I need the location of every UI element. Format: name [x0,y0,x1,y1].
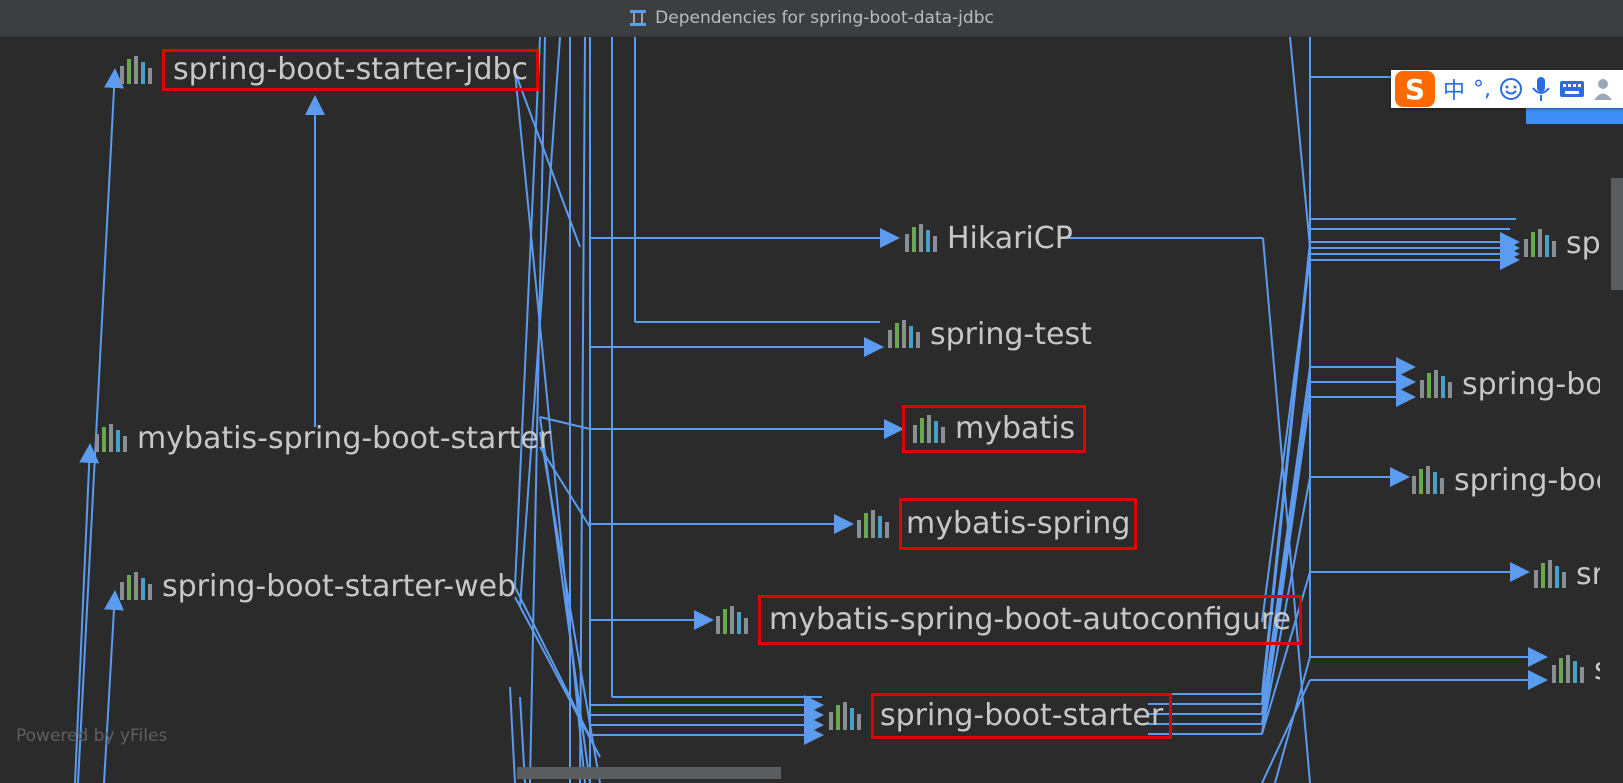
keyboard-icon[interactable] [1559,79,1585,99]
node-hikaricp[interactable]: HikariCP [905,216,1073,260]
window-title-bar: Dependencies for spring-boot-data-jdbc [0,0,1623,37]
node-mybatis-spring[interactable]: mybatis-spring [857,498,1138,550]
vertical-scrollbar[interactable] [1611,178,1623,290]
node-spring-boot-starter-jdbc[interactable]: spring-boot-starter-jdbc [120,48,540,92]
maven-module-icon [1420,370,1452,398]
window-title: Dependencies for spring-boot-data-jdbc [655,8,994,28]
node-highlight-box: mybatis [902,405,1087,453]
maven-module-icon [1534,560,1566,588]
node-label: s [1594,652,1600,687]
sogou-logo-icon[interactable]: S [1395,71,1435,107]
powered-by-label: Powered by yFiles [16,726,168,746]
node-label: mybatis [955,411,1076,446]
dependency-edges [74,37,1548,783]
diagram-icon [630,10,647,26]
node-right-4[interactable]: sr [1534,552,1600,596]
maven-module-icon [120,56,152,84]
dependency-diagram-canvas[interactable]: spring-boot-starter-jdbc mybatis-spring-… [0,37,1623,783]
node-label: HikariCP [947,220,1073,256]
node-label: sr [1576,556,1600,592]
maven-module-icon [829,702,861,730]
node-right-1[interactable]: sp [1524,221,1604,265]
microphone-icon[interactable] [1531,76,1551,102]
node-mybatis[interactable]: mybatis [902,405,1087,453]
emoji-icon[interactable] [1499,77,1523,101]
maven-module-icon [905,224,937,252]
maven-module-icon [716,606,748,634]
node-label: spring-boo [1454,462,1600,498]
node-label: spring-boot-starter-jdbc [162,49,540,91]
node-label: spring-test [930,316,1092,352]
node-label: spring-boot-starter [871,693,1173,739]
node-spring-test[interactable]: spring-test [888,312,1092,356]
maven-module-icon [888,320,920,348]
node-mybatis-spring-boot-starter[interactable]: mybatis-spring-boot-starter [95,416,551,460]
node-label: mybatis-spring [899,498,1138,550]
horizontal-scrollbar[interactable] [517,767,781,779]
user-icon[interactable] [1593,77,1613,101]
ime-toolbar[interactable]: S 中 °, [1391,70,1623,108]
maven-module-icon [1552,655,1584,683]
maven-module-icon [1524,229,1556,257]
node-label: mybatis-spring-boot-autoconfigure [758,595,1302,645]
node-spring-boot-starter[interactable]: spring-boot-starter [829,693,1173,739]
node-right-5[interactable]: s [1552,647,1600,691]
node-label: spring-boot-starter-web [162,568,517,604]
node-spring-boot-starter-web[interactable]: spring-boot-starter-web [120,564,516,608]
maven-module-icon [857,510,889,538]
node-right-2[interactable]: spring-boo [1420,362,1600,406]
ime-punctuation-toggle[interactable]: °, [1473,77,1491,102]
ime-language-toggle[interactable]: 中 [1443,73,1465,105]
node-label: sp [1566,225,1601,261]
node-label: mybatis-spring-boot-starter [137,420,552,456]
node-label: spring-boo [1462,366,1600,402]
maven-module-icon [913,415,945,443]
maven-module-icon [120,572,152,600]
node-right-3[interactable]: spring-boo [1412,458,1600,502]
node-mybatis-spring-boot-autoconfigure[interactable]: mybatis-spring-boot-autoconfigure [716,595,1302,645]
maven-module-icon [95,424,127,452]
maven-module-icon [1412,466,1444,494]
